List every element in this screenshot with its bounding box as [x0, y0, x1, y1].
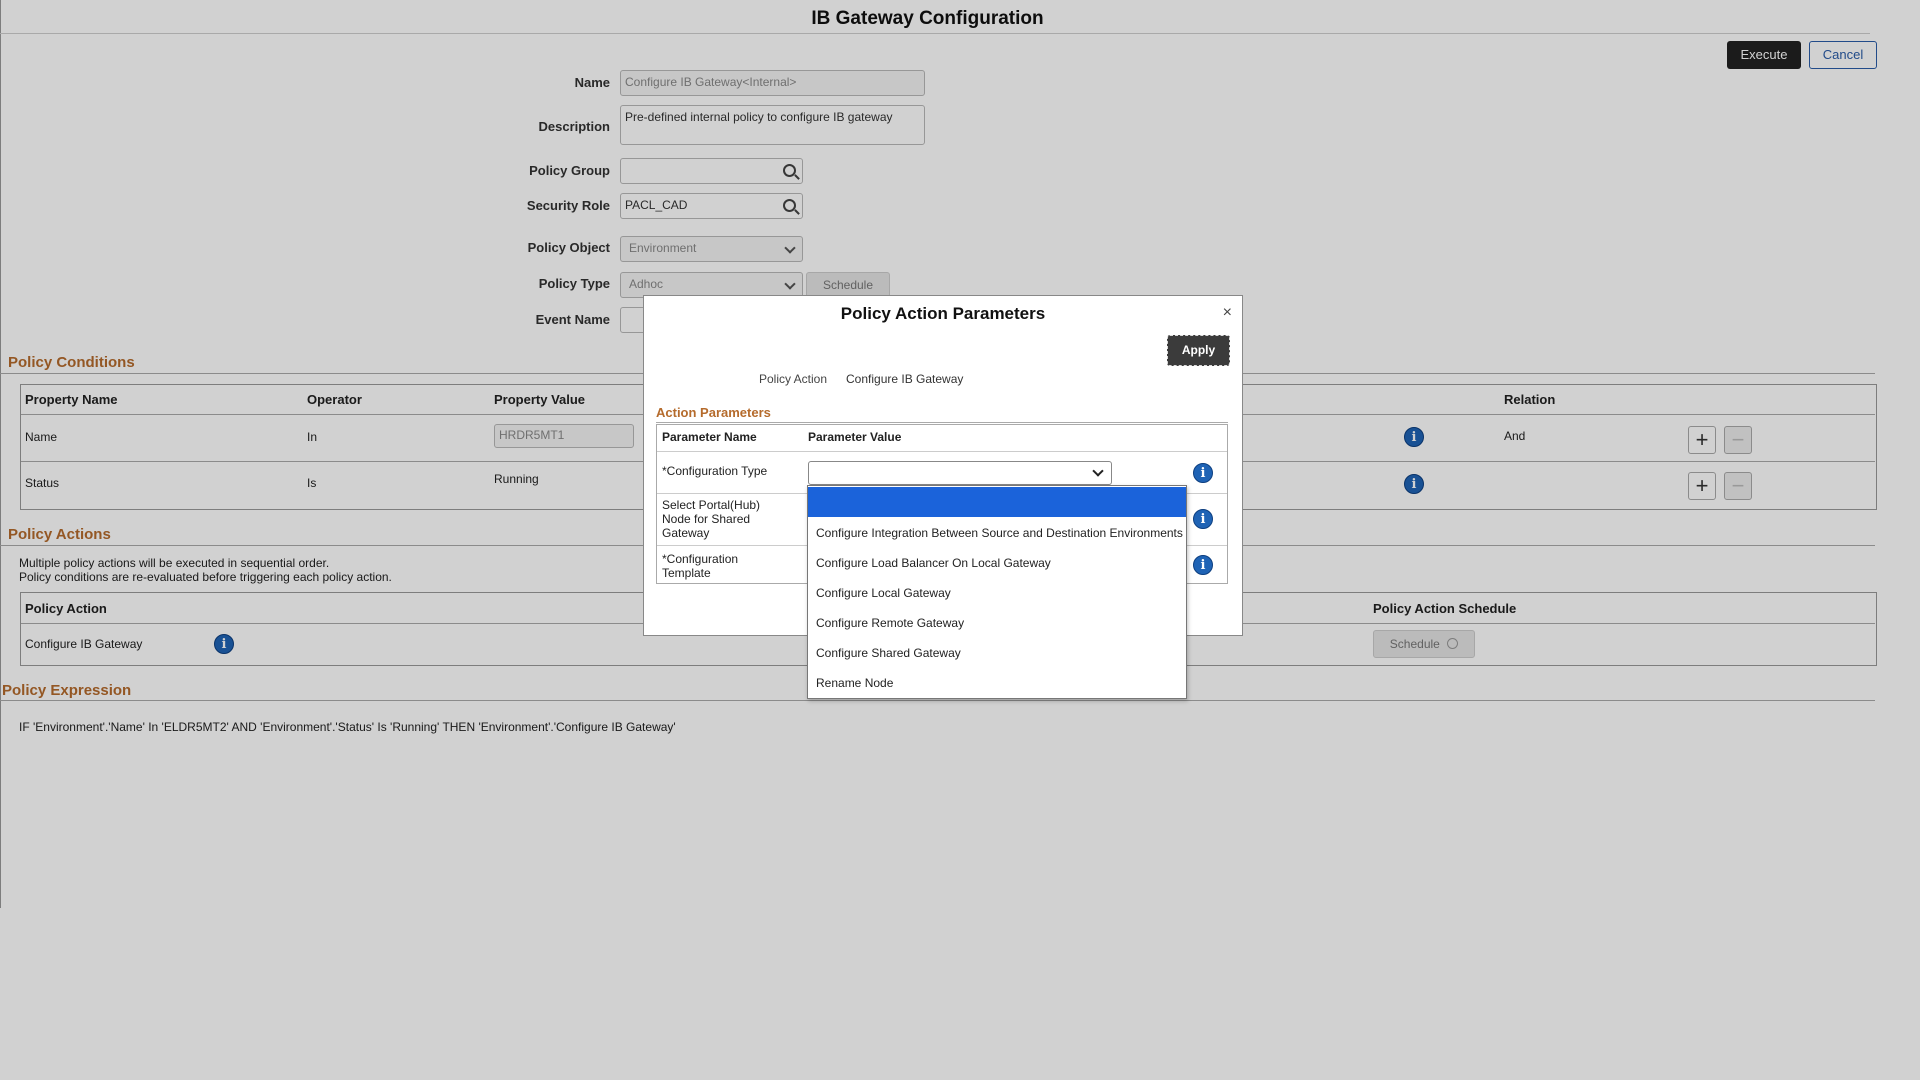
close-icon[interactable]: ×: [1223, 304, 1232, 322]
dropdown-option[interactable]: Configure Remote Gateway: [808, 608, 1186, 638]
info-icon[interactable]: i: [1193, 555, 1213, 575]
row-divider: [657, 451, 1227, 452]
dropdown-option[interactable]: [808, 487, 1186, 517]
dropdown-option[interactable]: Rename Node: [808, 668, 1186, 698]
action-parameters-title: Action Parameters: [656, 405, 771, 420]
section-divider: [656, 422, 1228, 423]
dropdown-option[interactable]: Configure Shared Gateway: [808, 638, 1186, 668]
dropdown-option[interactable]: Configure Local Gateway: [808, 578, 1186, 608]
policy-action-value: Configure IB Gateway: [846, 372, 964, 386]
param-configuration-template: *Configuration Template: [662, 552, 738, 580]
policy-action-label: Policy Action: [759, 372, 828, 386]
dropdown-option[interactable]: Configure Integration Between Source and…: [808, 518, 1186, 548]
param-name-line: Template: [662, 566, 711, 580]
param-name-line: Select Portal(Hub): [662, 498, 761, 512]
param-name-line: *Configuration: [662, 552, 739, 566]
dropdown-option[interactable]: Configure Load Balancer On Local Gateway: [808, 548, 1186, 578]
info-icon[interactable]: i: [1193, 463, 1213, 483]
chevron-down-icon: [1092, 465, 1104, 477]
param-name-line: Node for Shared: [662, 512, 751, 526]
param-name-line: Gateway: [662, 526, 710, 540]
modal-title: Policy Action Parameters: [840, 304, 1046, 323]
configuration-type-dropdown: Configure Integration Between Source and…: [807, 485, 1187, 699]
info-icon[interactable]: i: [1193, 509, 1213, 529]
parameter-value-header: Parameter Value: [808, 430, 902, 444]
apply-button[interactable]: Apply: [1167, 335, 1230, 366]
param-portal-node: Select Portal(Hub) Node for Shared Gatew…: [662, 498, 760, 540]
configuration-type-select[interactable]: [808, 461, 1112, 485]
param-configuration-type: *Configuration Type: [662, 464, 768, 478]
parameter-name-header: Parameter Name: [662, 430, 757, 444]
